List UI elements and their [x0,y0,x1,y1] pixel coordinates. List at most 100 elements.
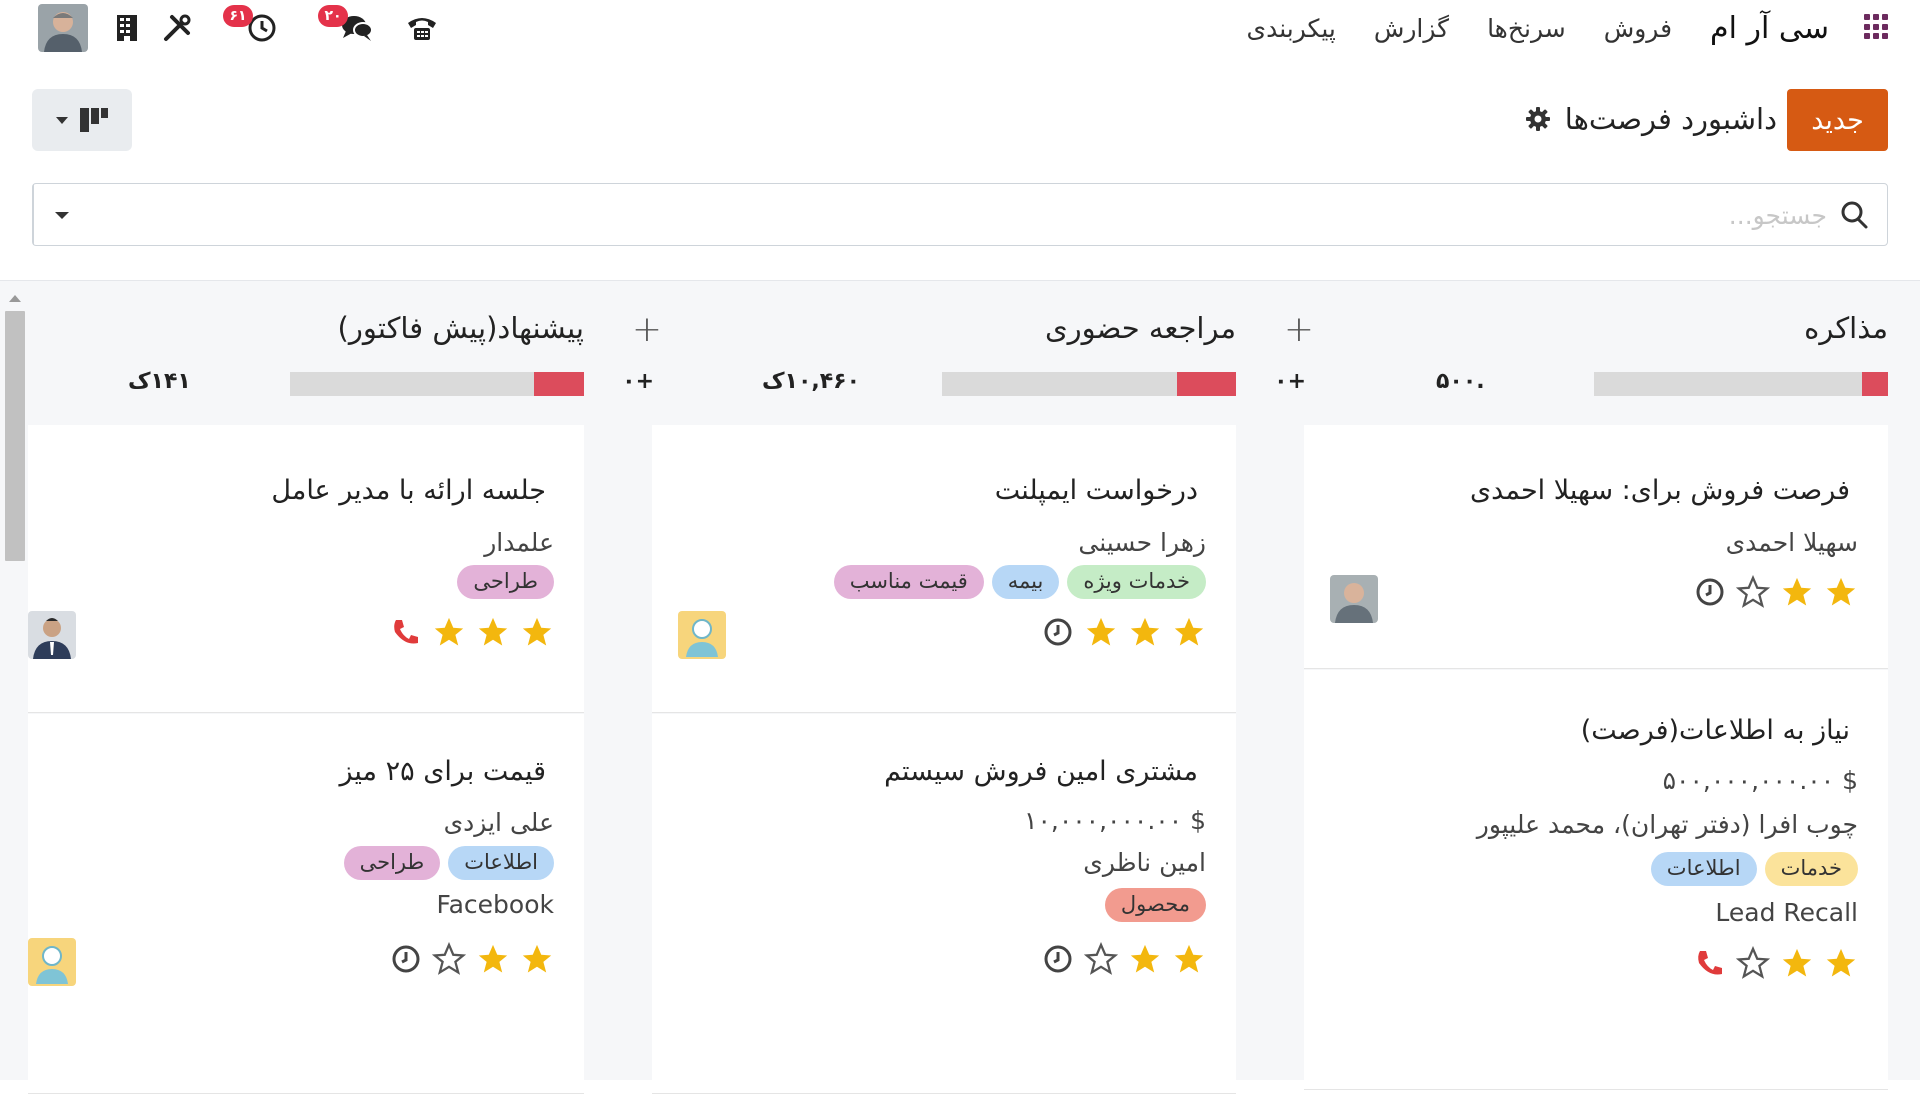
menu-item-report[interactable]: گزارش [1374,14,1449,43]
tag: بیمه [991,565,1060,599]
search-options-toggle[interactable] [33,184,90,245]
caret-down-icon [56,117,68,124]
messages-icon[interactable]: ۲۰ [318,5,374,45]
menu-item-config[interactable]: پیکربندی [1247,14,1336,43]
activity-clock-icon[interactable] [1042,943,1074,975]
activity-clock-icon[interactable] [1694,576,1726,608]
priority-star-filled-icon[interactable] [476,615,510,649]
phone-icon[interactable] [1694,947,1726,979]
kanban-board: مذاکره + .۵۰۰ فرصت فروش برای: سهیلا احمد… [0,280,1920,1094]
kanban-card[interactable]: جلسه ارائه با مدیر عامل علمدار طراحی [28,425,584,713]
progress-fill [534,372,584,396]
card-footer [390,942,554,976]
progress-fill [1861,372,1888,396]
activity-badge: ۶۱ [223,5,253,27]
priority-star-empty-icon[interactable] [1084,942,1118,976]
priority-star-filled-icon[interactable] [476,942,510,976]
tools-icon[interactable] [160,11,194,45]
user-avatar[interactable] [38,4,88,52]
kanban-card-partial[interactable] [1304,1041,1888,1081]
caret-down-icon [55,211,69,219]
kanban-view-icon [80,108,108,132]
priority-star-filled-icon[interactable] [1128,942,1162,976]
gear-icon[interactable] [1525,106,1551,132]
column-progress-bar[interactable] [1594,372,1888,396]
column-total: .۵۰۰ [1436,369,1485,394]
priority-star-filled-icon[interactable] [1780,575,1814,609]
card-contact: زهرا حسینی [1078,528,1206,557]
salesperson-avatar[interactable] [1330,575,1378,623]
kanban-view-switcher[interactable] [32,89,132,151]
column-title[interactable]: مراجعه حضوری [1045,311,1236,345]
card-title: درخواست ایمپلنت [994,475,1198,506]
card-footer [390,615,554,649]
new-button[interactable]: جدید [1787,89,1888,151]
company-icon[interactable] [110,11,144,45]
column-progress-bar[interactable] [942,372,1236,396]
priority-star-filled-icon[interactable] [1824,946,1858,980]
activity-clock-icon[interactable]: ۶۱ [223,5,279,45]
tag: طراحی [343,846,441,880]
kanban-card-partial[interactable] [28,1041,584,1081]
column-cards: جلسه ارائه با مدیر عامل علمدار طراحی قیم… [28,425,584,1094]
priority-star-filled-icon[interactable] [432,615,466,649]
column-extra-count: +۰ [622,369,654,394]
activity-clock-icon[interactable] [1042,616,1074,648]
voip-phone-icon[interactable] [405,11,439,45]
column-progress-bar[interactable] [290,372,584,396]
add-card-plus-icon[interactable]: + [1284,309,1314,350]
priority-star-filled-icon[interactable] [1824,575,1858,609]
priority-star-filled-icon[interactable] [1780,946,1814,980]
column-cards: فرصت فروش برای: سهیلا احمدی سهیلا احمدی … [1304,425,1888,1090]
card-tags: خدمات ویژه بیمه قیمت مناسب [833,565,1206,599]
app-brand[interactable]: سی آر ام [1710,11,1829,46]
apps-menu-icon[interactable] [1862,14,1888,40]
column-header: مراجعه حضوری + [652,303,1314,363]
column-title[interactable]: مذاکره [1804,311,1888,345]
card-contact: چوب افرا (دفتر تهران)، محمد علیپور [1476,810,1858,839]
priority-star-filled-icon[interactable] [1128,615,1162,649]
kanban-card[interactable]: درخواست ایمپلنت زهرا حسینی خدمات ویژه بی… [652,425,1236,713]
priority-star-filled-icon[interactable] [1172,615,1206,649]
kanban-card[interactable]: قیمت برای ۲۵ میز علی ایزدی اطلاعات طراحی… [28,714,584,1094]
salesperson-avatar[interactable] [28,611,76,659]
page-title: داشبورد فرصت‌ها [1564,102,1777,136]
priority-star-empty-icon[interactable] [1736,946,1770,980]
priority-star-filled-icon[interactable] [520,942,554,976]
phone-icon[interactable] [390,616,422,648]
card-footer [1042,942,1206,976]
kanban-card-partial[interactable] [652,1041,1236,1081]
salesperson-avatar[interactable] [28,938,76,986]
main-menu: سی آر ام فروش سرنخ‌ها گزارش پیکربندی [1247,0,1829,56]
salesperson-avatar[interactable] [678,611,726,659]
card-title: نیاز به اطلاعات(فرصت) [1580,715,1850,746]
priority-star-empty-icon[interactable] [432,942,466,976]
menu-item-sales[interactable]: فروش [1604,14,1672,43]
column-header: مذاکره + [1304,303,1888,363]
priority-star-filled-icon[interactable] [520,615,554,649]
column-total: ۱۴۱ک [128,369,191,394]
breadcrumb: داشبورد فرصت‌ها [1525,96,1777,142]
priority-star-empty-icon[interactable] [1736,575,1770,609]
card-contact: امین ناظری [1083,848,1206,877]
card-footer [1694,946,1858,980]
kanban-card[interactable]: مشتری امین فروش سیستم $ ۱۰,۰۰۰,۰۰۰.۰۰ ام… [652,714,1236,1094]
priority-star-filled-icon[interactable] [1084,615,1118,649]
tag: خدمات [1764,852,1858,886]
add-card-plus-icon[interactable]: + [632,309,662,350]
kanban-card[interactable]: فرصت فروش برای: سهیلا احمدی سهیلا احمدی [1304,425,1888,669]
kanban-card[interactable]: نیاز به اطلاعات(فرصت) $ ۵۰۰,۰۰۰,۰۰۰.۰۰ چ… [1304,670,1888,1090]
kanban-column-site-visit: مراجعه حضوری + ۱۰,۴۶۰ک +۰ درخواست ایمپلن… [652,281,1314,1094]
activity-clock-icon[interactable] [390,943,422,975]
tag: محصول [1104,888,1206,922]
tag: اطلاعات [448,846,554,880]
column-extra-count: +۰ [1274,369,1306,394]
search-input[interactable] [127,192,1827,238]
priority-star-filled-icon[interactable] [1172,942,1206,976]
card-footer [1042,615,1206,649]
card-tags: اطلاعات طراحی [343,846,554,880]
menu-item-leads[interactable]: سرنخ‌ها [1487,14,1566,43]
card-tags: طراحی [457,565,554,599]
column-title[interactable]: پیشنهاد(پیش فاکتور) [338,311,584,345]
tag: خدمات ویژه [1067,565,1206,599]
